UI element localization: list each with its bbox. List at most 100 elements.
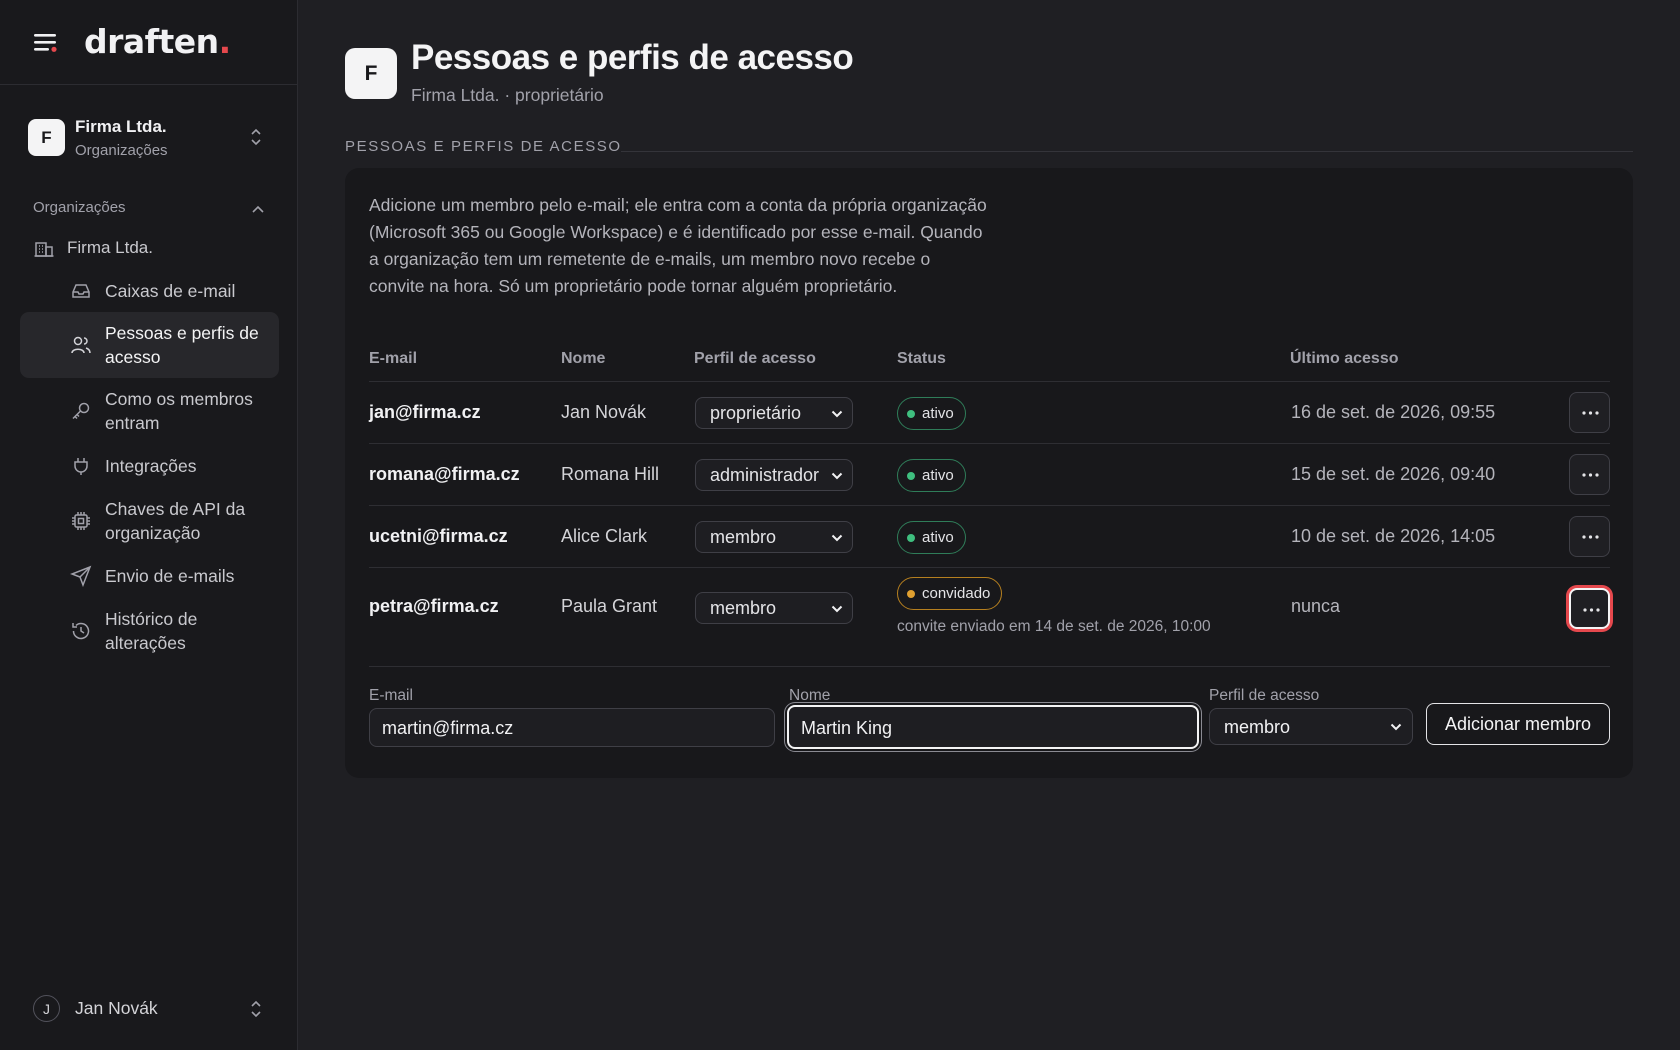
plug-icon bbox=[74, 458, 88, 475]
chevron-down-icon bbox=[831, 472, 843, 480]
sidebar-item-integrations[interactable]: Integrações bbox=[20, 451, 279, 481]
status-dot bbox=[907, 409, 915, 418]
chip-icon bbox=[72, 512, 90, 530]
sidebar-item-history[interactable]: Histórico de alterações bbox=[20, 605, 279, 657]
key-icon bbox=[72, 402, 90, 420]
member-name: Alice Clark bbox=[561, 526, 648, 546]
sidebar-item-label: Envio de e-mails bbox=[105, 566, 235, 586]
status-badge: ativo bbox=[897, 459, 966, 492]
status-label: ativo bbox=[922, 405, 954, 422]
member-email: romana@firma.cz bbox=[369, 464, 520, 484]
row-actions-button[interactable] bbox=[1569, 588, 1610, 629]
table-row: jan@firma.cz Jan Novák proprietário ativ… bbox=[369, 382, 1610, 444]
sidebar-item-email-sending[interactable]: Envio de e-mails bbox=[20, 561, 279, 591]
sidebar: draften. F Firma Ltda. Organizações Orga… bbox=[0, 0, 298, 1050]
email-field-label: E-mail bbox=[369, 687, 413, 704]
member-name: Jan Novák bbox=[561, 402, 647, 422]
row-actions-button[interactable] bbox=[1569, 454, 1610, 495]
member-last-access: 10 de set. de 2026, 14:05 bbox=[1291, 526, 1496, 546]
email-field-value: martin@firma.cz bbox=[382, 718, 514, 738]
role-field-label: Perfil de acesso bbox=[1209, 687, 1320, 704]
role-select[interactable]: membro bbox=[695, 521, 853, 553]
sidebar-item-sign-in[interactable]: Como os membros entram bbox=[20, 385, 279, 437]
sidebar-org-node-label: Firma Ltda. bbox=[67, 238, 153, 257]
section-divider bbox=[621, 151, 1633, 152]
chevron-down-icon bbox=[831, 410, 843, 418]
status-badge: ativo bbox=[897, 521, 966, 554]
users-icon bbox=[71, 336, 91, 354]
sidebar-item-label: Caixas de e-mail bbox=[105, 281, 236, 301]
member-name: Paula Grant bbox=[561, 596, 658, 616]
sidebar-org-node[interactable]: Firma Ltda. bbox=[33, 235, 153, 261]
chevron-down-icon bbox=[1390, 723, 1402, 731]
member-email: petra@firma.cz bbox=[369, 596, 499, 616]
role-select[interactable]: administrador bbox=[695, 459, 853, 491]
building-icon bbox=[34, 242, 54, 257]
role-select-value: administrador bbox=[710, 465, 820, 485]
more-horizontal-icon bbox=[1582, 411, 1599, 415]
role-select-value: membro bbox=[710, 598, 777, 618]
sidebar-item-mailboxes[interactable]: Caixas de e-mail bbox=[20, 276, 279, 306]
inbox-icon bbox=[72, 284, 90, 298]
members-card: Adicione um membro pelo e-mail; ele entr… bbox=[345, 168, 1633, 778]
member-email: jan@firma.cz bbox=[369, 402, 481, 422]
chevron-up-down-icon bbox=[251, 1000, 261, 1018]
sidebar-item-people[interactable]: Pessoas e perfis de acesso bbox=[20, 312, 279, 378]
status-badge: ativo bbox=[897, 397, 966, 430]
member-last-access: 15 de set. de 2026, 09:40 bbox=[1291, 464, 1496, 484]
member-name: Romana Hill bbox=[561, 464, 660, 484]
page-title: Pessoas e perfis de acesso bbox=[411, 38, 854, 77]
brand-header: draften. bbox=[0, 0, 297, 85]
member-email: ucetni@firma.cz bbox=[369, 526, 508, 546]
status-label: ativo bbox=[922, 529, 954, 546]
status-dot bbox=[907, 533, 915, 542]
send-icon bbox=[70, 565, 92, 587]
column-header-status: Status bbox=[897, 350, 946, 367]
history-icon bbox=[72, 622, 90, 640]
menu-icon[interactable] bbox=[33, 31, 61, 55]
table-row: petra@firma.cz Paula Grant membro convid… bbox=[369, 568, 1610, 652]
member-last-access: nunca bbox=[1291, 596, 1341, 616]
row-actions-button[interactable] bbox=[1569, 516, 1610, 557]
status-label: ativo bbox=[922, 467, 954, 484]
status-dot bbox=[907, 471, 915, 480]
role-select[interactable]: proprietário bbox=[695, 397, 853, 429]
chevron-down-icon bbox=[831, 534, 843, 542]
name-field-value: Martin King bbox=[801, 718, 893, 738]
org-switcher[interactable]: F Firma Ltda. Organizações bbox=[20, 110, 278, 166]
status-dot bbox=[907, 589, 915, 598]
new-member-role-select[interactable]: membro bbox=[1209, 708, 1413, 745]
sidebar-item-label: Como os membros entram bbox=[105, 389, 253, 433]
more-horizontal-icon bbox=[1583, 608, 1600, 612]
role-select-value: membro bbox=[710, 527, 777, 547]
role-select[interactable]: membro bbox=[695, 592, 853, 624]
sidebar-item-label: Chaves de API da organização bbox=[105, 499, 246, 543]
chevron-up-icon bbox=[252, 205, 264, 213]
sidebar-item-label: Pessoas e perfis de acesso bbox=[105, 323, 259, 367]
sidebar-item-api-keys[interactable]: Chaves de API da organização bbox=[20, 495, 279, 547]
status-badge: convidado bbox=[897, 577, 1003, 610]
chevron-up-down-icon bbox=[251, 128, 261, 146]
section-title: PESSOAS E PERFIS DE ACESSO bbox=[345, 138, 622, 155]
user-switcher[interactable]: J Jan Novák bbox=[20, 990, 278, 1026]
member-last-access: 16 de set. de 2026, 09:55 bbox=[1291, 402, 1496, 422]
table-row: romana@firma.cz Romana Hill administrado… bbox=[369, 444, 1610, 506]
org-subtitle: Organizações bbox=[75, 142, 168, 159]
sidebar-item-label: Histórico de alterações bbox=[105, 609, 198, 653]
sidebar-section-toggle[interactable]: Organizações bbox=[33, 199, 265, 221]
status-label: convidado bbox=[922, 585, 991, 602]
row-actions-button[interactable] bbox=[1569, 392, 1610, 433]
add-member-button[interactable]: Adicionar membro bbox=[1426, 703, 1610, 745]
sidebar-item-label: Integrações bbox=[105, 456, 197, 476]
sidebar-section-label: Organizações bbox=[33, 199, 126, 216]
column-header-last-access: Último acesso bbox=[1290, 350, 1399, 367]
org-name: Firma Ltda. bbox=[75, 117, 167, 136]
more-horizontal-icon bbox=[1582, 535, 1599, 539]
column-header-role: Perfil de acesso bbox=[694, 350, 816, 367]
intro-text: Adicione um membro pelo e-mail; ele entr… bbox=[369, 195, 987, 296]
name-field[interactable]: Martin King bbox=[787, 705, 1199, 749]
email-field[interactable]: martin@firma.cz bbox=[369, 708, 775, 747]
page-org-avatar: F bbox=[345, 48, 397, 99]
org-avatar: F bbox=[28, 119, 65, 156]
role-select-value: proprietário bbox=[710, 403, 802, 423]
